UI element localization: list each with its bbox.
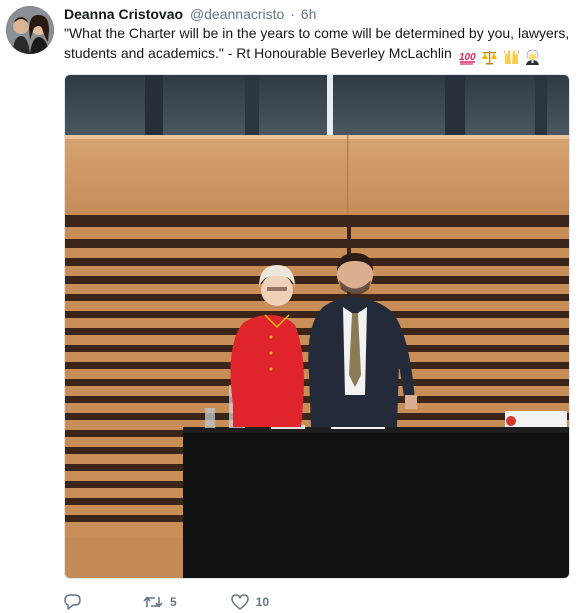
tweet-emojis: 100: [459, 46, 543, 66]
retweet-button[interactable]: 5: [143, 594, 177, 610]
tweet: Deanna Cristovao @deannacristo · 6h "Wha…: [0, 0, 581, 613]
author-handle[interactable]: @deannacristo: [190, 6, 284, 22]
author-display-name[interactable]: Deanna Cristovao: [64, 6, 183, 22]
judge-emoji: [526, 49, 540, 66]
separator-dot: ·: [290, 6, 295, 22]
hundred-points-emoji: 100: [459, 52, 476, 65]
tweet-header: Deanna Cristovao @deannacristo · 6h: [64, 5, 316, 23]
tweet-text: "What the Charter will be in the years t…: [64, 23, 574, 66]
like-button[interactable]: 10: [230, 594, 270, 610]
retweet-count: 5: [170, 595, 177, 609]
tweet-photo[interactable]: [64, 74, 570, 579]
retweet-icon: [143, 596, 163, 608]
heart-icon: [230, 594, 249, 610]
tweet-timestamp[interactable]: 6h: [301, 6, 317, 22]
raised-hands-emoji: [503, 50, 519, 65]
tweet-actions: 5 10: [64, 592, 323, 612]
like-count: 10: [255, 595, 270, 609]
reply-icon: [64, 594, 81, 610]
balance-scale-emoji: [481, 51, 497, 65]
reply-button[interactable]: [64, 594, 89, 610]
avatar[interactable]: [6, 6, 54, 54]
